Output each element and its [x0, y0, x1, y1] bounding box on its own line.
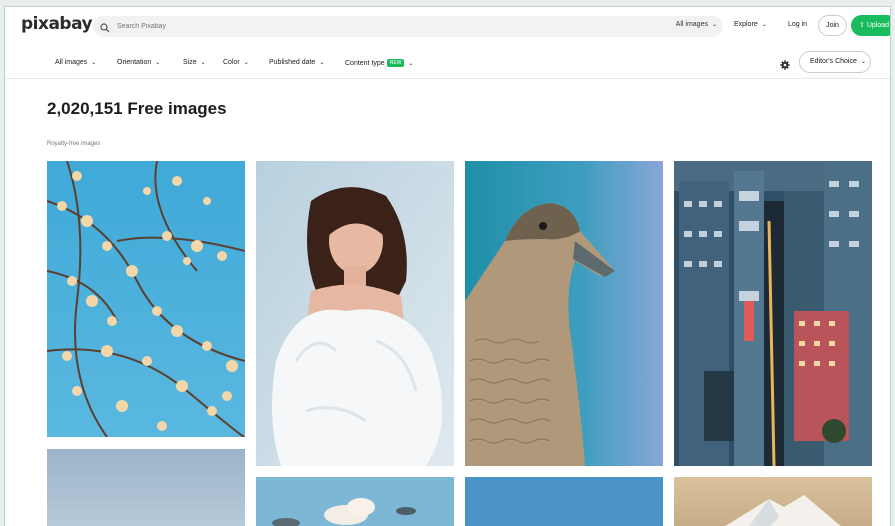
filter-color-label: Color [223, 59, 240, 66]
filter-content-type[interactable]: Content type NEW ⌄ [345, 59, 413, 67]
chevron-down-icon: ⌄ [243, 60, 249, 66]
chevron-down-icon: ⌄ [408, 61, 414, 67]
blue-sky-photo[interactable] [465, 477, 663, 526]
gear-icon[interactable] [780, 57, 790, 75]
chevron-down-icon: ⌄ [319, 60, 325, 66]
upload-label: Upload [866, 22, 890, 29]
blossom-branches-photo[interactable] [47, 161, 245, 437]
chevron-down-icon: ⌄ [200, 60, 206, 66]
page-title: 2,020,151 Free images [47, 99, 227, 118]
chevron-down-icon: ⌄ [761, 22, 767, 28]
sky-photo[interactable] [47, 449, 245, 526]
editors-choice-dropdown[interactable]: Editor's Choice ⌄ [799, 51, 871, 73]
filter-bar: All images ⌄ Orientation ⌄ Size ⌄ Color ⌄ Pu… [5, 45, 890, 79]
join-button[interactable]: Join [818, 15, 847, 36]
page-subtitle: Royalty-free images [47, 141, 101, 147]
filter-content-type-label: Content type [345, 60, 385, 67]
chevron-down-icon: ⌄ [711, 22, 717, 28]
filter-size-label: Size [183, 59, 197, 66]
filter-orientation[interactable]: Orientation ⌄ [117, 59, 160, 66]
woman-portrait-photo[interactable] [256, 161, 454, 466]
editors-choice-label: Editor's Choice [810, 58, 857, 65]
search-filter-label: All images [675, 21, 708, 28]
search-input[interactable] [117, 19, 517, 34]
filter-orientation-label: Orientation [117, 59, 152, 66]
search-icon [100, 20, 110, 38]
search-filter-dropdown[interactable]: All images ⌄ [676, 21, 717, 28]
filter-published-date[interactable]: Published date ⌄ [269, 59, 324, 66]
city-street-photo[interactable] [674, 161, 872, 466]
search-bar[interactable]: All images⌄ [93, 16, 723, 37]
chevron-down-icon: ⌄ [860, 59, 866, 65]
explore-menu[interactable]: Explore ⌄ [734, 21, 767, 28]
clouds-photo[interactable] [256, 477, 454, 526]
filter-size[interactable]: Size ⌄ [183, 59, 206, 66]
chevron-down-icon: ⌄ [91, 60, 97, 66]
login-link[interactable]: Log in [788, 21, 807, 28]
filter-all-images[interactable]: All images ⌄ [55, 59, 96, 66]
upload-icon: ⇧ [859, 22, 865, 29]
new-badge: NEW [386, 59, 405, 67]
filter-color[interactable]: Color ⌄ [223, 59, 249, 66]
duck-photo[interactable] [465, 161, 663, 466]
mountain-peak-photo[interactable] [674, 477, 872, 526]
pixabay-logo[interactable]: pixabay [21, 14, 93, 34]
upload-button[interactable]: ⇧ Upload [851, 15, 890, 36]
filter-published-date-label: Published date [269, 59, 316, 66]
browser-frame: pixabay All images⌄ Explore⌄ Log in Join… [4, 6, 891, 526]
explore-label: Explore [734, 21, 758, 28]
chevron-down-icon: ⌄ [155, 60, 161, 66]
top-navigation: pixabay All images⌄ Explore⌄ Log in Join… [5, 7, 890, 41]
filter-all-images-label: All images [55, 59, 88, 66]
